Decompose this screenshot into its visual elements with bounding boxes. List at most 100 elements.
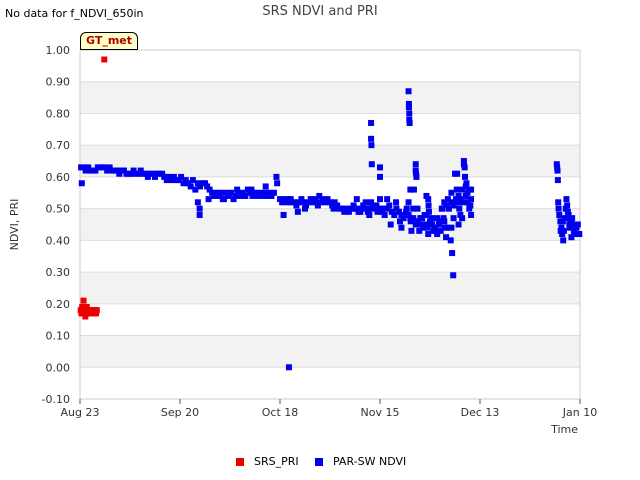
y-tick-label: 0.10 (46, 330, 71, 343)
ndvi-point (294, 208, 301, 215)
ndvi-point (557, 227, 564, 234)
ndvi-point (393, 199, 400, 206)
ndvi-point (448, 189, 455, 196)
ndvi-point (564, 215, 571, 222)
ndvi-point (205, 196, 212, 203)
ndvi-point (380, 205, 387, 212)
ndvi-point (405, 199, 412, 206)
ndvi-point (405, 104, 412, 111)
ndvi-point (368, 142, 375, 149)
y-tick-label: 0.60 (46, 171, 71, 184)
ndvi-point (407, 215, 414, 222)
pri-point (80, 297, 87, 304)
y-tick-label: 0.70 (46, 139, 71, 152)
ndvi-point (397, 218, 403, 225)
ndvi-point (408, 227, 415, 234)
ndvi-point (377, 173, 383, 180)
ndvi-point (466, 186, 473, 193)
ndvi-point (425, 196, 432, 203)
ndvi-point (425, 202, 432, 209)
ndvi-point (414, 205, 421, 212)
ndvi-point (564, 202, 571, 209)
ndvi-point (353, 196, 360, 203)
ndvi-point (398, 224, 405, 231)
legend-swatch-srs-pri (236, 458, 244, 466)
ndvi-point (312, 196, 318, 203)
ndvi-point (273, 173, 280, 180)
x-tick-label: Nov 15 (361, 406, 400, 419)
ndvi-point (455, 221, 462, 228)
ndvi-point (381, 211, 388, 218)
station-badge[interactable]: GT_met (80, 32, 138, 50)
x-axis-label: Time (550, 423, 578, 436)
ndvi-point (435, 221, 442, 228)
ndvi-point (262, 183, 269, 190)
ndvi-point (466, 205, 473, 212)
ndvi-point (410, 186, 417, 193)
ndvi-point (574, 221, 581, 228)
ndvi-point (563, 196, 570, 203)
ndvi-point (468, 211, 475, 218)
ndvi-point (576, 231, 583, 238)
ndvi-pri-scatter-plot: -0.10 0.00 0.10 0.20 0.30 0.40 0.50 0.60 0.70 0.8… (8, 44, 597, 436)
ndvi-point (248, 186, 255, 193)
ndvi-point (270, 189, 277, 196)
ndvi-point (455, 192, 462, 199)
x-tick-label: Sep 20 (161, 406, 199, 419)
grid-band (80, 272, 580, 304)
ndvi-point (560, 237, 567, 244)
ndvi-point (377, 164, 383, 171)
ndvi-point (447, 237, 454, 244)
ndvi-point (280, 211, 287, 218)
ndvi-point (450, 272, 457, 279)
ndvi-point (448, 224, 455, 231)
ndvi-point (425, 208, 432, 215)
ndvi-point (425, 231, 432, 238)
ndvi-point (453, 186, 460, 193)
y-tick-label: 1.00 (46, 44, 71, 57)
x-tick-label: Dec 13 (461, 406, 500, 419)
ndvi-point (368, 135, 375, 142)
ndvi-point (428, 215, 435, 222)
ndvi-point (452, 199, 458, 206)
grid-band (80, 81, 580, 114)
ndvi-point (439, 205, 446, 212)
ndvi-point (373, 202, 380, 209)
legend-label-srs-pri: SRS_PRI (254, 455, 299, 468)
ndvi-point (556, 211, 563, 218)
grid-band (80, 208, 580, 241)
ndvi-point (460, 161, 467, 168)
ndvi-point (357, 208, 364, 215)
ndvi-point (274, 180, 281, 187)
grid-band (80, 335, 580, 368)
ndvi-point (387, 221, 394, 228)
ndvi-point (406, 119, 413, 126)
ndvi-point (554, 177, 561, 184)
ndvi-point (450, 215, 457, 222)
ndvi-point (219, 196, 226, 203)
x-tick-label: Aug 23 (61, 406, 100, 419)
x-tick-label: Jan 10 (562, 406, 597, 419)
ndvi-point (449, 250, 456, 257)
y-tick-label: 0.00 (46, 361, 71, 374)
y-tick-label: 0.80 (46, 107, 71, 120)
y-axis-label: NDVI, PRI (8, 199, 21, 251)
ndvi-point (413, 173, 420, 180)
chart-legend: SRS_PRI PAR-SW NDVI (0, 455, 640, 469)
legend-swatch-par-sw-ndvi (315, 458, 323, 466)
ndvi-point (568, 234, 575, 241)
ndvi-point (377, 196, 383, 203)
ndvi-point (78, 180, 85, 187)
ndvi-point (462, 173, 468, 180)
ndvi-point (402, 211, 408, 218)
pri-point (101, 56, 108, 63)
ndvi-point (285, 364, 292, 371)
ndvi-point (403, 205, 410, 212)
ndvi-point (406, 110, 413, 117)
ndvi-point (554, 167, 561, 174)
ndvi-point (234, 186, 241, 193)
y-tick-label: 0.50 (46, 203, 71, 216)
ndvi-point (368, 199, 375, 206)
ndvi-point (444, 196, 451, 203)
ndvi-point (350, 205, 357, 212)
